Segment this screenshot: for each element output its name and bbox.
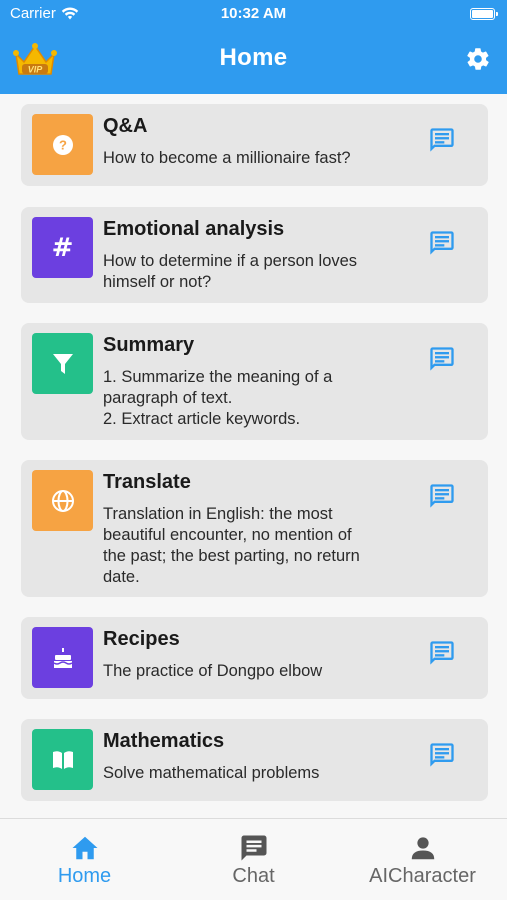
card-translate[interactable]: Translate Translation in English: the mo… xyxy=(21,460,488,597)
card-description: How to determine if a person loves himse… xyxy=(103,252,358,291)
message-icon[interactable] xyxy=(428,229,456,257)
card-title: Summary xyxy=(103,334,195,356)
card-mathematics[interactable]: Mathematics Solve mathematical problems xyxy=(21,719,488,801)
home-icon xyxy=(72,836,97,860)
globe-icon xyxy=(51,489,74,512)
card-icon-box: # xyxy=(32,217,93,278)
app-header: Carrier 10:32 AM VIP Home xyxy=(0,0,507,94)
gear-icon[interactable] xyxy=(465,46,491,72)
card-qa[interactable]: ? Q&A How to become a millionaire fast? xyxy=(21,104,488,186)
card-description: Solve mathematical problems xyxy=(103,764,320,782)
message-icon[interactable] xyxy=(428,639,456,667)
card-description: Translation in English: the most beautif… xyxy=(103,505,360,586)
card-icon-box xyxy=(32,470,93,531)
svg-text:?: ? xyxy=(59,137,67,152)
card-icon-box xyxy=(32,627,93,688)
card-recipes[interactable]: Recipes The practice of Dongpo elbow xyxy=(21,617,488,699)
book-icon xyxy=(52,750,73,769)
bottom-tab-bar: Home Chat AICharacter xyxy=(0,818,507,900)
card-description: The practice of Dongpo elbow xyxy=(103,662,323,680)
feature-list: ? Q&A How to become a millionaire fast? … xyxy=(21,94,488,818)
card-title: Recipes xyxy=(103,628,180,650)
tab-label: AICharacter xyxy=(369,865,476,887)
message-icon[interactable] xyxy=(428,741,456,769)
card-title: Emotional analysis xyxy=(103,218,285,240)
battery-icon xyxy=(470,8,498,20)
card-emotional-analysis[interactable]: # Emotional analysis How to determine if… xyxy=(21,207,488,303)
funnel-icon xyxy=(52,353,73,374)
card-summary[interactable]: Summary 1. Summarize the meaning of a pa… xyxy=(21,323,488,440)
question-icon: ? xyxy=(52,134,73,155)
card-description: How to become a millionaire fast? xyxy=(103,149,351,167)
tab-label: Chat xyxy=(232,865,275,887)
status-bar: Carrier 10:32 AM xyxy=(0,0,507,28)
tab-label: Home xyxy=(57,865,112,887)
hashtag-icon: # xyxy=(51,232,74,263)
tab-home[interactable]: Home xyxy=(0,833,169,888)
page-title: Home xyxy=(219,44,288,71)
card-title: Translate xyxy=(103,471,191,493)
tab-aicharacter[interactable]: AICharacter xyxy=(338,833,507,888)
cake-icon xyxy=(53,647,72,668)
card-icon-box xyxy=(32,729,93,790)
card-title: Mathematics xyxy=(103,730,225,752)
message-icon[interactable] xyxy=(428,126,456,154)
status-time: 10:32 AM xyxy=(220,5,287,22)
card-icon-box xyxy=(32,333,93,394)
message-icon[interactable] xyxy=(428,345,456,373)
message-icon[interactable] xyxy=(428,482,456,510)
card-description: 1. Summarize the meaning of a paragraph … xyxy=(103,368,333,428)
chat-bubble-icon xyxy=(241,835,266,861)
tab-chat[interactable]: Chat xyxy=(169,833,338,888)
person-icon xyxy=(411,837,434,860)
card-icon-box: ? xyxy=(32,114,93,175)
card-title: Q&A xyxy=(103,115,148,137)
